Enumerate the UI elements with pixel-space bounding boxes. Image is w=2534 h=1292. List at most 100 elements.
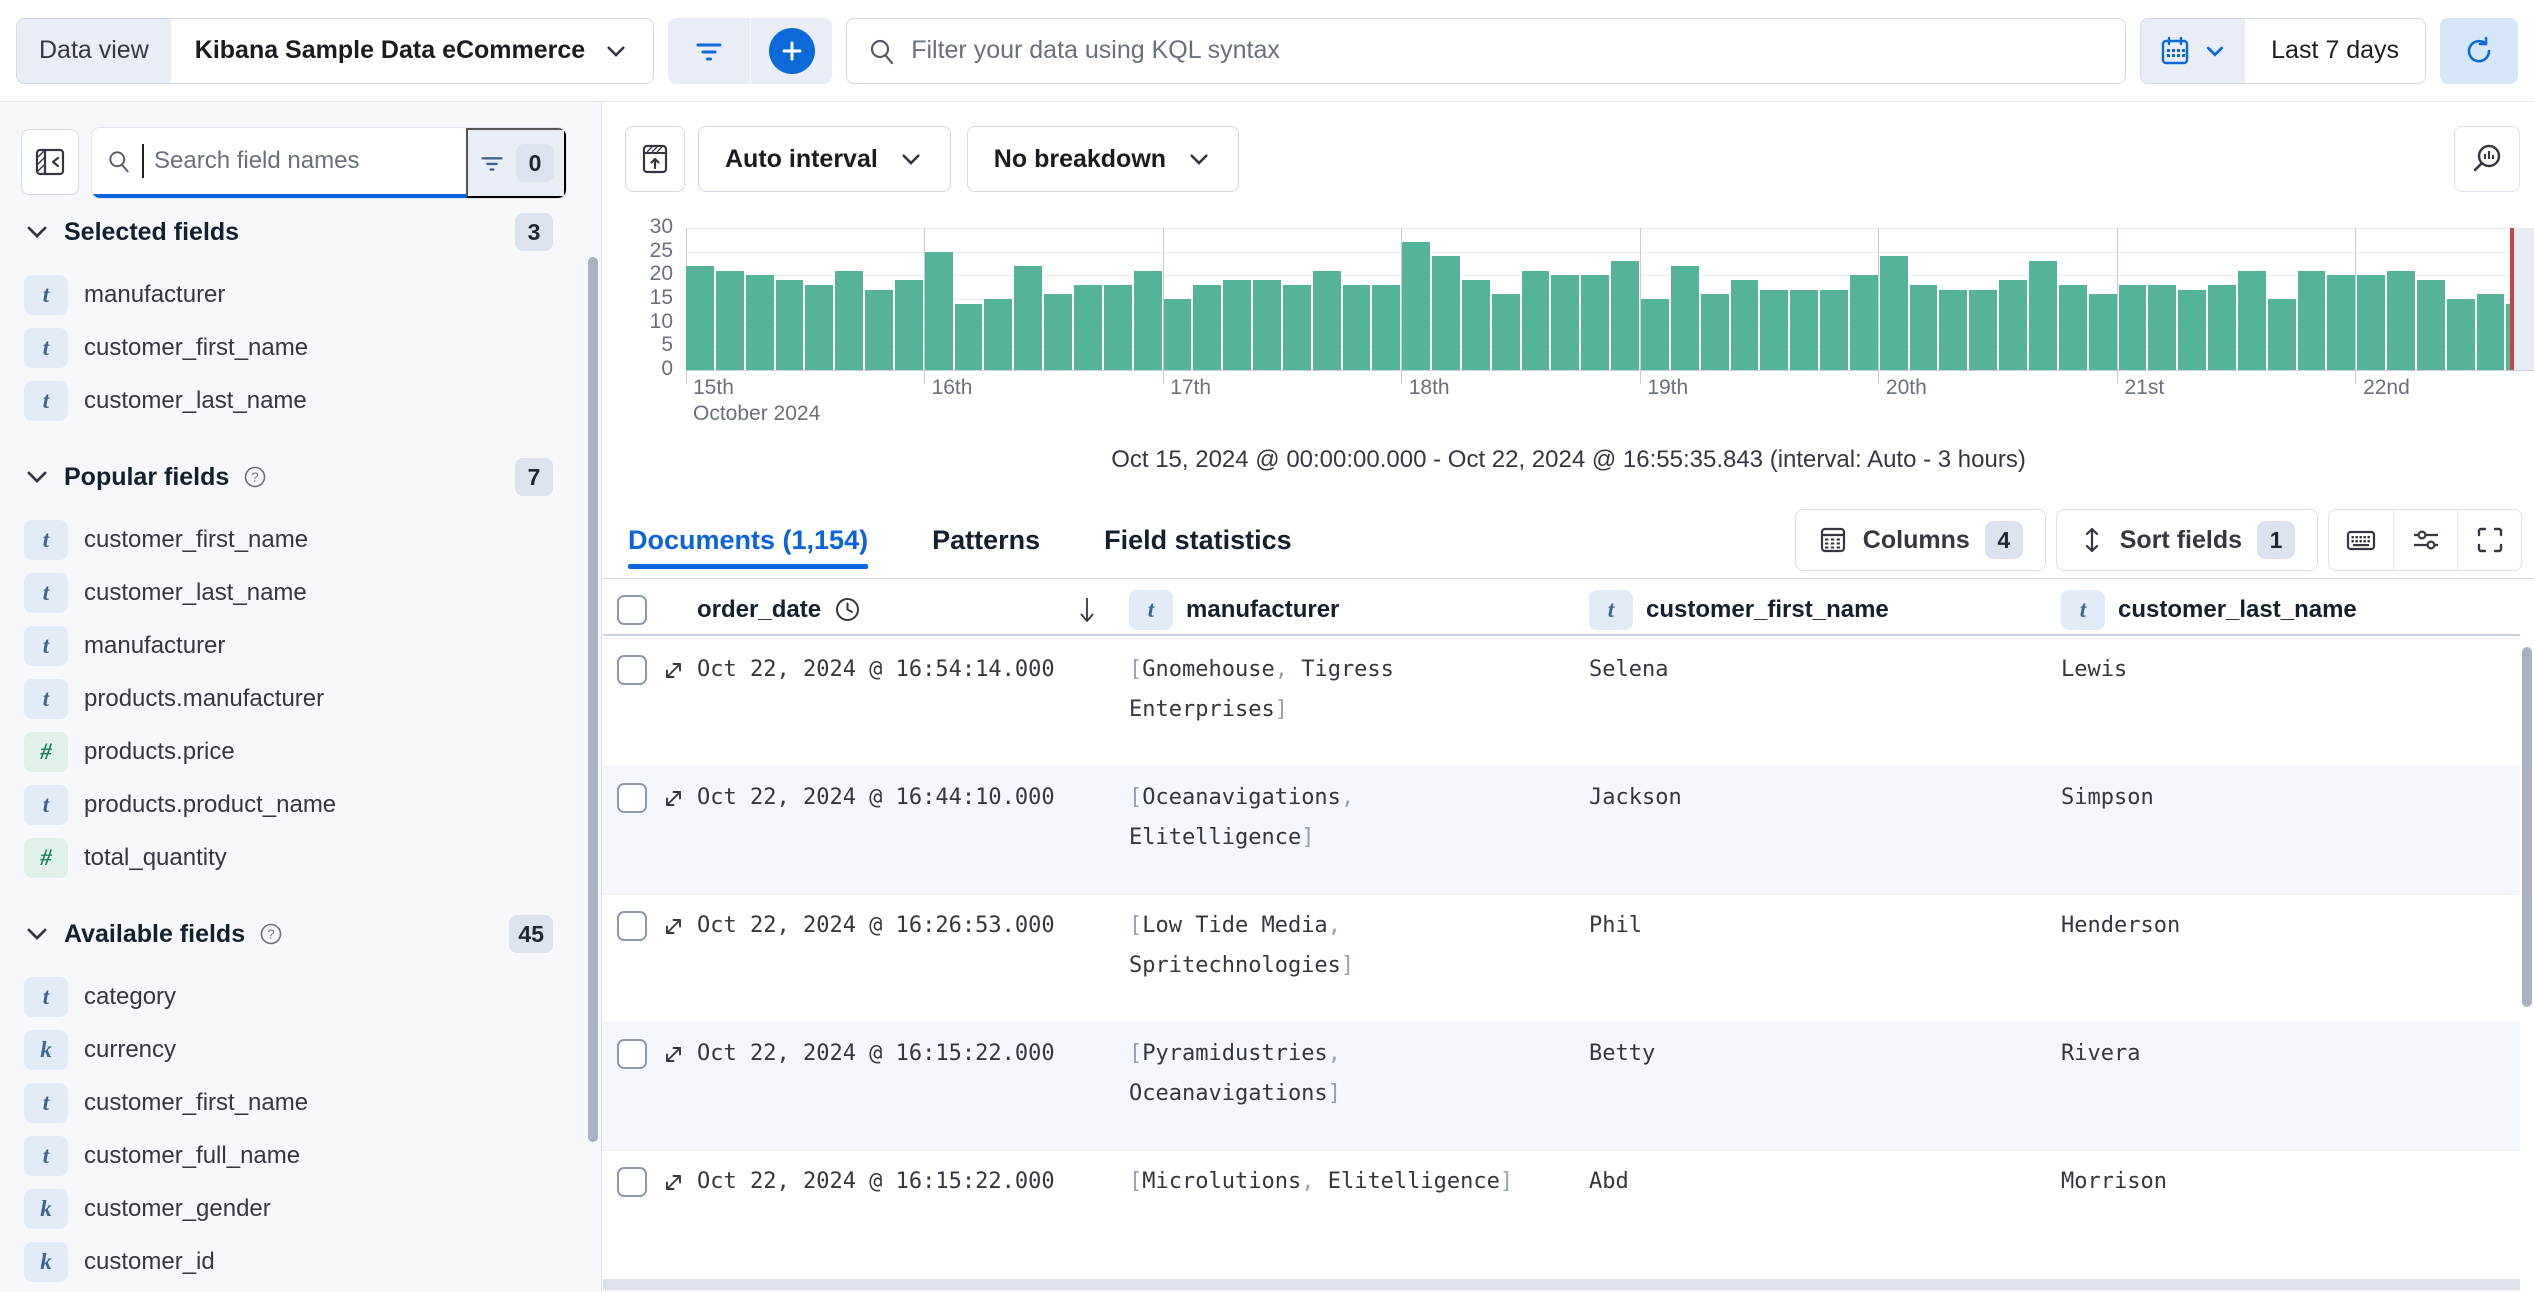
column-header-customer-last-name[interactable]: t customer_last_name — [2053, 589, 2520, 630]
histogram-bar[interactable] — [1282, 284, 1311, 370]
tab-field-statistics[interactable]: Field statistics — [1104, 502, 1292, 578]
histogram-bar[interactable] — [2387, 270, 2415, 370]
histogram-bar[interactable] — [2058, 284, 2087, 370]
histogram-bar[interactable] — [835, 270, 864, 370]
field-item[interactable]: t customer_first_name — [0, 1076, 601, 1129]
histogram-bar[interactable] — [1223, 280, 1252, 370]
field-item[interactable]: t customer_first_name — [0, 321, 601, 374]
expand-document-icon[interactable] — [660, 657, 687, 684]
add-filter-icon-button[interactable] — [668, 18, 750, 84]
histogram-bar[interactable] — [1044, 294, 1072, 370]
expand-document-icon[interactable] — [660, 1169, 687, 1196]
histogram-bar[interactable] — [2118, 284, 2147, 370]
histogram-bar[interactable] — [1760, 289, 1789, 370]
table-row[interactable]: Oct 22, 2024 @ 16:44:10.000 [Oceanavigati… — [603, 766, 2520, 894]
histogram-bar[interactable] — [2416, 280, 2445, 370]
histogram-bar[interactable] — [2446, 299, 2475, 370]
histogram-bar[interactable] — [1641, 299, 1669, 370]
field-filter-button[interactable]: 0 — [466, 128, 566, 198]
select-row-checkbox[interactable] — [617, 1167, 647, 1197]
histogram-bar[interactable] — [1939, 289, 1968, 370]
column-header-order-date[interactable]: order_date — [689, 594, 1121, 626]
fullscreen-button[interactable] — [2457, 510, 2521, 570]
table-row[interactable]: Oct 22, 2024 @ 16:15:22.000 [Pyramidustri… — [603, 1022, 2520, 1150]
histogram-bar[interactable] — [1461, 280, 1490, 370]
field-item[interactable]: t customer_full_name — [0, 1129, 601, 1182]
histogram-bar[interactable] — [2476, 294, 2505, 370]
table-row[interactable]: Oct 22, 2024 @ 16:54:14.000 [Gnomehouse, … — [603, 638, 2520, 766]
tab-documents[interactable]: Documents (1,154) — [628, 502, 869, 578]
field-item[interactable]: t products.manufacturer — [0, 672, 601, 725]
histogram-bar[interactable] — [1521, 270, 1550, 370]
section-header[interactable]: Selected fields 3 — [0, 212, 601, 252]
histogram-bar[interactable] — [1402, 242, 1431, 370]
histogram-bar[interactable] — [2088, 294, 2117, 370]
histogram-bar[interactable] — [1700, 294, 1729, 370]
histogram-bar[interactable] — [1849, 275, 1878, 370]
histogram-bar[interactable] — [775, 280, 804, 370]
field-item[interactable]: t customer_last_name — [0, 374, 601, 427]
sidebar-scrollbar[interactable] — [588, 257, 598, 1142]
histogram-bar[interactable] — [984, 299, 1013, 370]
table-horizontal-scrollbar[interactable] — [603, 1279, 2520, 1290]
histogram-bar[interactable] — [894, 280, 923, 370]
histogram-bar[interactable] — [1581, 275, 1610, 370]
time-range-button[interactable]: Last 7 days — [2245, 18, 2425, 83]
field-item[interactable]: t customer_last_name — [0, 566, 601, 619]
histogram-bar[interactable] — [1909, 284, 1938, 370]
histogram-bar[interactable] — [2208, 284, 2236, 370]
field-item[interactable]: t manufacturer — [0, 268, 601, 321]
add-plus-button[interactable] — [750, 17, 832, 84]
histogram-bar[interactable] — [1133, 270, 1162, 370]
field-item[interactable]: k customer_gender — [0, 1182, 601, 1235]
data-view-picker[interactable]: Kibana Sample Data eCommerce — [170, 18, 654, 83]
histogram-bar[interactable] — [924, 251, 953, 370]
select-all-checkbox[interactable] — [617, 594, 647, 625]
histogram-bar[interactable] — [1491, 294, 1520, 370]
keyboard-shortcuts-button[interactable] — [2329, 510, 2393, 570]
histogram-bar[interactable] — [2267, 299, 2296, 370]
histogram-bar[interactable] — [1790, 289, 1819, 370]
select-row-checkbox[interactable] — [617, 655, 647, 685]
table-vertical-scrollbar[interactable] — [2522, 647, 2532, 1007]
field-item[interactable]: t products.product_name — [0, 778, 601, 831]
histogram-bar[interactable] — [2028, 261, 2057, 370]
select-row-checkbox[interactable] — [617, 911, 647, 941]
histogram-bar[interactable] — [865, 289, 893, 370]
expand-document-icon[interactable] — [660, 913, 687, 940]
histogram-bar[interactable] — [686, 265, 714, 370]
histogram-bar[interactable] — [1611, 261, 1639, 370]
histogram-bar[interactable] — [2148, 284, 2177, 370]
histogram-bar[interactable] — [2237, 270, 2266, 370]
field-item[interactable]: t category — [0, 970, 601, 1023]
help-icon[interactable]: ? — [259, 922, 283, 946]
histogram-bar[interactable] — [1342, 284, 1371, 370]
histogram-bar[interactable] — [1551, 275, 1580, 370]
select-row-checkbox[interactable] — [617, 783, 647, 813]
field-item[interactable]: k currency — [0, 1023, 601, 1076]
help-icon[interactable]: ? — [243, 465, 267, 489]
histogram-bar[interactable] — [1073, 284, 1102, 370]
histogram-bar[interactable] — [2178, 289, 2207, 370]
field-item[interactable]: # total_quantity — [0, 831, 601, 884]
histogram-bar[interactable] — [1312, 270, 1341, 370]
field-search-input[interactable]: Search field names — [92, 128, 466, 198]
tab-patterns[interactable]: Patterns — [932, 502, 1040, 578]
sort-fields-button[interactable]: Sort fields 1 — [2055, 509, 2318, 571]
histogram-bar[interactable] — [2357, 275, 2386, 370]
field-item[interactable]: k customer_id — [0, 1235, 601, 1288]
display-options-button[interactable] — [2393, 510, 2457, 570]
histogram-bar[interactable] — [1820, 289, 1848, 370]
table-row[interactable]: Oct 22, 2024 @ 16:26:53.000 [Low Tide Med… — [603, 894, 2520, 1022]
histogram-bar[interactable] — [2297, 270, 2326, 370]
histogram-bar[interactable] — [1253, 280, 1281, 370]
histogram-bar[interactable] — [1969, 289, 1998, 370]
histogram-chart[interactable]: 0 5 10 15 20 25 30 15th October 2024 16th 17th 18t… — [603, 102, 2534, 432]
histogram-bar[interactable] — [1193, 284, 1222, 370]
histogram-bar[interactable] — [805, 284, 834, 370]
histogram-bar[interactable] — [1014, 265, 1043, 370]
date-quick-select-button[interactable] — [2141, 18, 2246, 83]
refresh-button[interactable] — [2440, 17, 2518, 84]
section-header[interactable]: Popular fields? 7 — [0, 457, 601, 497]
histogram-bar[interactable] — [715, 270, 744, 370]
